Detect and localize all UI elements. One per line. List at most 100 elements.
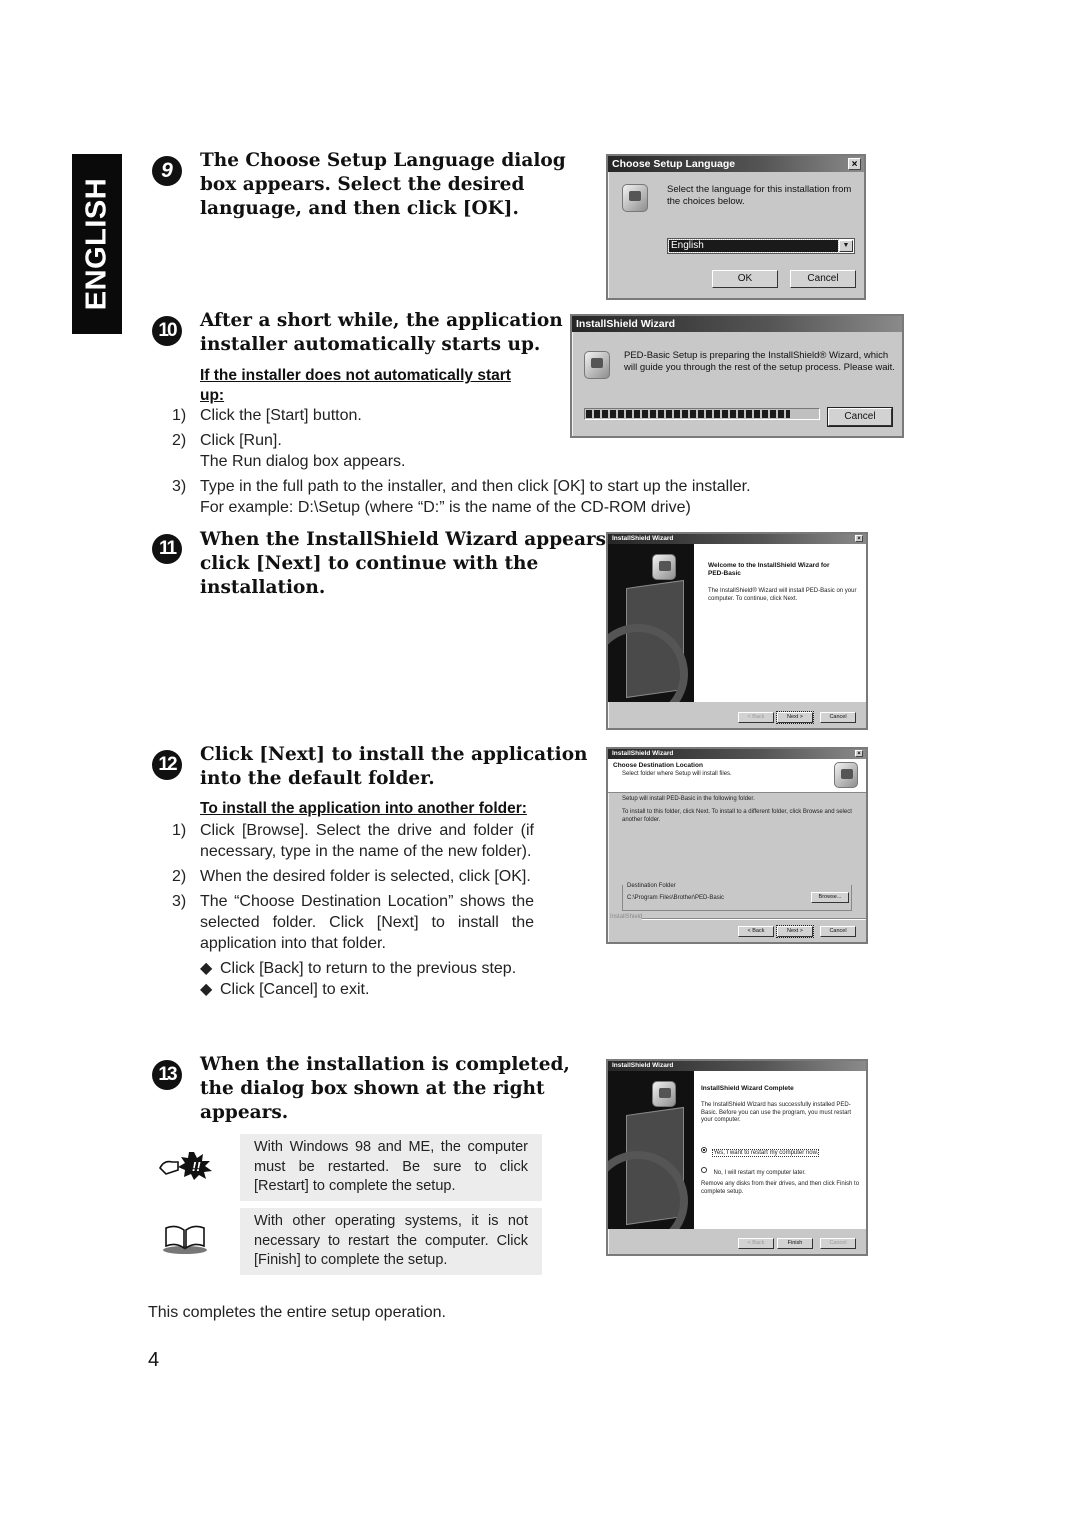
step-12-heading: Click [Next] to install the application … bbox=[200, 743, 588, 791]
list-number: 2) bbox=[172, 868, 187, 885]
cancel-button[interactable]: Cancel bbox=[820, 712, 856, 723]
wizard-subheading: Select folder where Setup will install f… bbox=[622, 771, 732, 777]
heading-line: After a short while, the application bbox=[200, 310, 563, 331]
radio-label: Yes, I want to restart my computer now. bbox=[712, 1149, 820, 1157]
note-box-restart: With Windows 98 and ME, the computer mus… bbox=[240, 1134, 542, 1201]
finish-button[interactable]: Finish bbox=[777, 1238, 813, 1249]
back-button[interactable]: < Back bbox=[738, 926, 774, 937]
step-13-heading: When the installation is completed, the … bbox=[200, 1053, 570, 1125]
list-text: Click [Browse]. Select the drive and fol… bbox=[200, 822, 534, 860]
installer-icon bbox=[652, 554, 676, 580]
wizard-side-artwork bbox=[608, 1071, 694, 1229]
list-text: Type in the full path to the installer, … bbox=[200, 476, 812, 518]
heading-line: language, and then click [OK]. bbox=[200, 198, 519, 219]
heading-line: the dialog box shown at the right bbox=[200, 1078, 545, 1099]
list-text: When the desired folder is selected, cli… bbox=[200, 868, 531, 885]
step-10-subheading: If the installer does not automatically … bbox=[200, 367, 511, 404]
wizard-heading: Welcome to the InstallShield Wizard for … bbox=[708, 562, 830, 577]
ok-button[interactable]: OK bbox=[712, 270, 778, 288]
list-number: 1) bbox=[172, 822, 187, 839]
wizard-footer-text: Remove any disks from their drives, and … bbox=[701, 1181, 860, 1195]
installer-icon bbox=[584, 351, 610, 379]
caution-icon: !! bbox=[156, 1150, 216, 1180]
list-item: 1) Click [Browse]. Select the drive and … bbox=[172, 820, 534, 862]
progress-bar bbox=[584, 408, 820, 420]
dialog-titlebar: InstallShield Wizard bbox=[572, 316, 902, 332]
book-icon bbox=[162, 1222, 208, 1254]
installshield-preparing-dialog: InstallShield Wizard PED-Basic Setup is … bbox=[570, 314, 904, 438]
wizard-header-pane: Choose Destination Location Select folde… bbox=[608, 759, 866, 793]
language-select-value: English bbox=[668, 239, 839, 253]
radio-selected-icon[interactable] bbox=[701, 1146, 707, 1153]
wizard-line-1: Setup will install PED-Basic in the foll… bbox=[622, 796, 755, 802]
page-number: 4 bbox=[148, 1349, 160, 1371]
dialog-title: InstallShield Wizard bbox=[612, 1062, 674, 1069]
dialog-titlebar: InstallShield Wizard × bbox=[608, 534, 866, 544]
close-icon[interactable]: × bbox=[855, 535, 863, 542]
dialog-title: InstallShield Wizard bbox=[612, 750, 674, 757]
step-11-heading: When the InstallShield Wizard appears, c… bbox=[200, 528, 613, 600]
heading-line: The Choose Setup Language dialog bbox=[200, 150, 566, 171]
dialog-title: InstallShield Wizard bbox=[612, 535, 674, 542]
list-number: 1) bbox=[172, 407, 187, 424]
list-text-line: The Run dialog box appears. bbox=[200, 453, 406, 470]
wizard-line-2: To install to this folder, click Next. T… bbox=[622, 809, 852, 823]
dialog-title: InstallShield Wizard bbox=[576, 318, 676, 330]
diamond-bullet-icon: ◆ bbox=[200, 981, 213, 998]
heading-line: Click [Next] to install the application bbox=[200, 744, 588, 765]
cancel-button[interactable]: Cancel bbox=[827, 407, 893, 427]
list-text: The “Choose Destination Location” shows … bbox=[200, 893, 534, 952]
bullet-item: ◆ Click [Back] to return to the previous… bbox=[200, 958, 534, 979]
installshield-brand: InstallShield bbox=[610, 914, 643, 920]
cancel-button[interactable]: Cancel bbox=[820, 1238, 856, 1249]
radio-label: No, I will restart my computer later. bbox=[713, 1170, 806, 1176]
destination-folder-group: Destination Folder C:\Program Files\Brot… bbox=[622, 883, 852, 911]
back-button[interactable]: < Back bbox=[738, 1238, 774, 1249]
dialog-titlebar: InstallShield Wizard × bbox=[608, 749, 866, 759]
list-number: 3) bbox=[172, 478, 187, 495]
back-button[interactable]: < Back bbox=[738, 712, 774, 723]
installshield-complete-dialog: InstallShield Wizard InstallShield Wizar… bbox=[606, 1059, 868, 1256]
diamond-bullet-icon: ◆ bbox=[200, 960, 213, 977]
chevron-down-icon[interactable]: ▼ bbox=[839, 240, 853, 252]
language-side-tab-label: ENGLISH bbox=[80, 177, 113, 311]
heading-line: installation. bbox=[200, 577, 326, 598]
choose-setup-language-dialog: Choose Setup Language × Select the langu… bbox=[606, 154, 866, 300]
installer-icon bbox=[652, 1081, 676, 1107]
list-number: 2) bbox=[172, 432, 187, 449]
list-text-line: Type in the full path to the installer, … bbox=[200, 478, 751, 495]
radio-unselected-icon[interactable] bbox=[701, 1166, 707, 1173]
bullet-item: ◆ Click [Cancel] to exit. bbox=[200, 979, 534, 1000]
progress-bar-fill bbox=[586, 410, 790, 418]
bullet-text: Click [Back] to return to the previous s… bbox=[220, 960, 517, 977]
wizard-message: The InstallShield Wizard has successfull… bbox=[701, 1102, 852, 1123]
cancel-button[interactable]: Cancel bbox=[820, 926, 856, 937]
step-9-heading: The Choose Setup Language dialog box app… bbox=[200, 149, 566, 221]
step-badge-11: 11 bbox=[152, 534, 182, 564]
installshield-welcome-dialog: InstallShield Wizard × Welcome to the In… bbox=[606, 532, 868, 730]
step-12-subheading: To install the application into another … bbox=[200, 800, 527, 817]
installer-icon bbox=[622, 184, 648, 212]
restart-later-option[interactable]: No, I will restart my computer later. bbox=[701, 1161, 806, 1179]
close-icon[interactable]: × bbox=[848, 158, 861, 170]
wizard-content-pane: InstallShield Wizard Complete The Instal… bbox=[694, 1071, 866, 1229]
heading-line: installer automatically starts up. bbox=[200, 334, 541, 355]
next-button[interactable]: Next > bbox=[776, 925, 814, 938]
language-select[interactable]: English ▼ bbox=[667, 238, 855, 254]
dialog-titlebar: Choose Setup Language × bbox=[608, 156, 864, 172]
list-item: 3) Type in the full path to the installe… bbox=[172, 476, 812, 518]
wizard-side-artwork bbox=[608, 544, 694, 702]
heading-line: click [Next] to continue with the bbox=[200, 553, 539, 574]
divider bbox=[642, 918, 866, 920]
note-box-finish: With other operating systems, it is not … bbox=[240, 1208, 542, 1275]
cancel-button[interactable]: Cancel bbox=[790, 270, 856, 288]
next-button[interactable]: Next > bbox=[776, 711, 814, 724]
heading-line: into the default folder. bbox=[200, 768, 435, 789]
list-item: 3) The “Choose Destination Location” sho… bbox=[172, 891, 534, 954]
browse-button[interactable]: Browse... bbox=[811, 892, 849, 903]
restart-now-option[interactable]: Yes, I want to restart my computer now. bbox=[701, 1141, 820, 1159]
list-item: 2) When the desired folder is selected, … bbox=[172, 866, 534, 887]
dialog-message: PED-Basic Setup is preparing the Install… bbox=[624, 350, 895, 373]
destination-path: C:\Program Files\Brother\PED-Basic bbox=[627, 895, 725, 901]
close-icon[interactable]: × bbox=[855, 750, 863, 757]
